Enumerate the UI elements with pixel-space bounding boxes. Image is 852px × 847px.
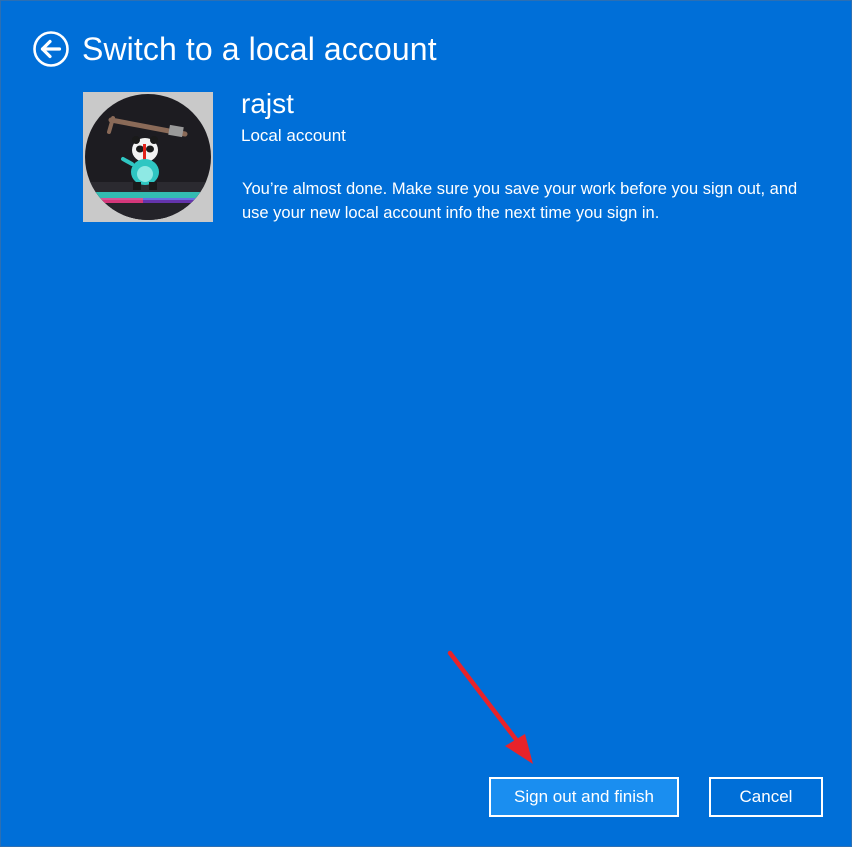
user-avatar-image (83, 92, 213, 222)
back-button[interactable] (32, 30, 70, 68)
avatar (83, 92, 213, 222)
account-type-label: Local account (241, 126, 346, 145)
account-username: rajst (241, 88, 294, 119)
back-arrow-icon (33, 31, 69, 67)
dialog-window: Switch to a local account rajst Local ac… (0, 0, 852, 847)
sign-out-and-finish-button[interactable]: Sign out and finish (489, 777, 679, 817)
annotation-arrow-icon (447, 650, 533, 764)
cancel-button[interactable]: Cancel (709, 777, 823, 817)
instruction-message: You’re almost done. Make sure you save y… (242, 180, 798, 222)
page-title: Switch to a local account (82, 31, 437, 67)
